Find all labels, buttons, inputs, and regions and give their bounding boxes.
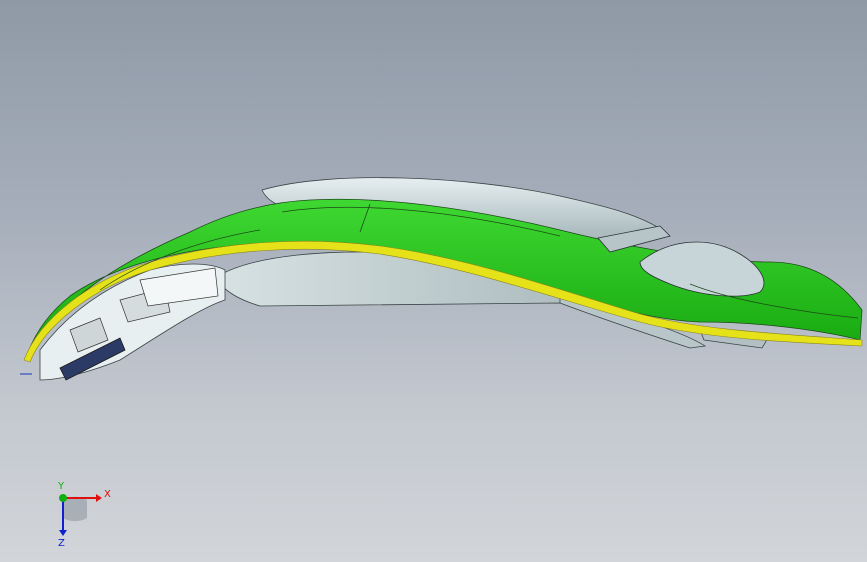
triad-shadow [63, 496, 87, 522]
z-axis-label: Z [58, 538, 65, 548]
x-axis-arrow [96, 494, 102, 502]
x-axis-label: X [104, 489, 111, 500]
coordinate-triad: X Y Z [57, 481, 111, 548]
3d-model[interactable] [0, 0, 867, 562]
z-axis-arrow [59, 530, 67, 536]
y-axis-label: Y [57, 481, 65, 492]
graphics-viewport[interactable]: X Y Z [0, 0, 867, 562]
y-axis-dot [59, 494, 67, 502]
